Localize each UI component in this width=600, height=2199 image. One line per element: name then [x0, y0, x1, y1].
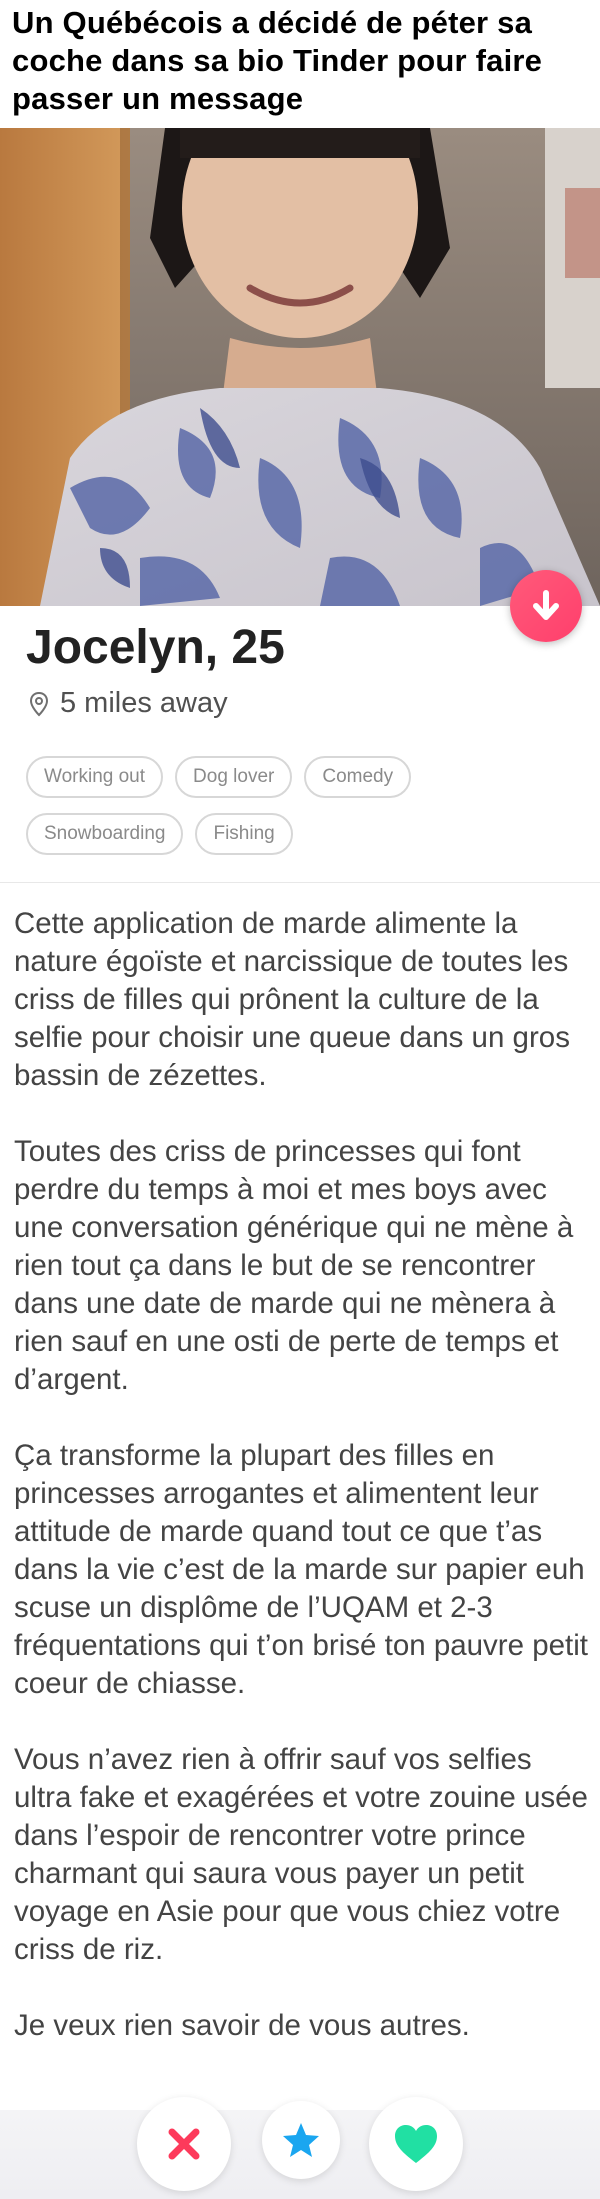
- interest-tag: Fishing: [195, 813, 293, 855]
- profile-distance: 5 miles away: [28, 687, 228, 720]
- star-icon: [283, 2123, 319, 2157]
- headline: Un Québécois a décidé de péter sa coche …: [12, 5, 543, 116]
- heart-icon: [395, 2125, 437, 2163]
- interest-tag: Working out: [26, 756, 164, 798]
- section-divider: [0, 882, 600, 883]
- location-pin-icon: [29, 691, 49, 716]
- x-icon: [168, 2128, 200, 2160]
- rewind-fab-button[interactable]: [510, 570, 582, 642]
- profile-photo[interactable]: [0, 128, 600, 606]
- arrow-down-icon: [533, 590, 559, 620]
- bio-paragraph: Toutes des criss de princesses qui font …: [14, 1135, 574, 1396]
- distance-text: 5 miles away: [60, 687, 228, 719]
- profile-bio: Cette application de marde alimente la n…: [14, 905, 594, 2083]
- interest-tags: Working out Dog lover Comedy Snowboardin…: [26, 756, 586, 870]
- interest-tag: Dog lover: [175, 756, 293, 798]
- bio-paragraph: Cette application de marde alimente la n…: [14, 907, 570, 1092]
- bio-paragraph: Ça transforme la plupart des filles en p…: [14, 1439, 588, 1700]
- like-button[interactable]: [369, 2097, 463, 2191]
- nope-button[interactable]: [137, 2097, 231, 2191]
- profile-photo-image: [0, 128, 600, 606]
- interest-tag: Comedy: [304, 756, 412, 798]
- profile-name-age: Jocelyn, 25: [26, 621, 285, 674]
- bio-paragraph: Je veux rien savoir de vous autres.: [14, 2009, 470, 2042]
- super-like-button[interactable]: [262, 2101, 340, 2179]
- interest-tag: Snowboarding: [26, 813, 184, 855]
- bio-paragraph: Vous n’avez rien à offrir sauf vos selfi…: [14, 1743, 588, 1966]
